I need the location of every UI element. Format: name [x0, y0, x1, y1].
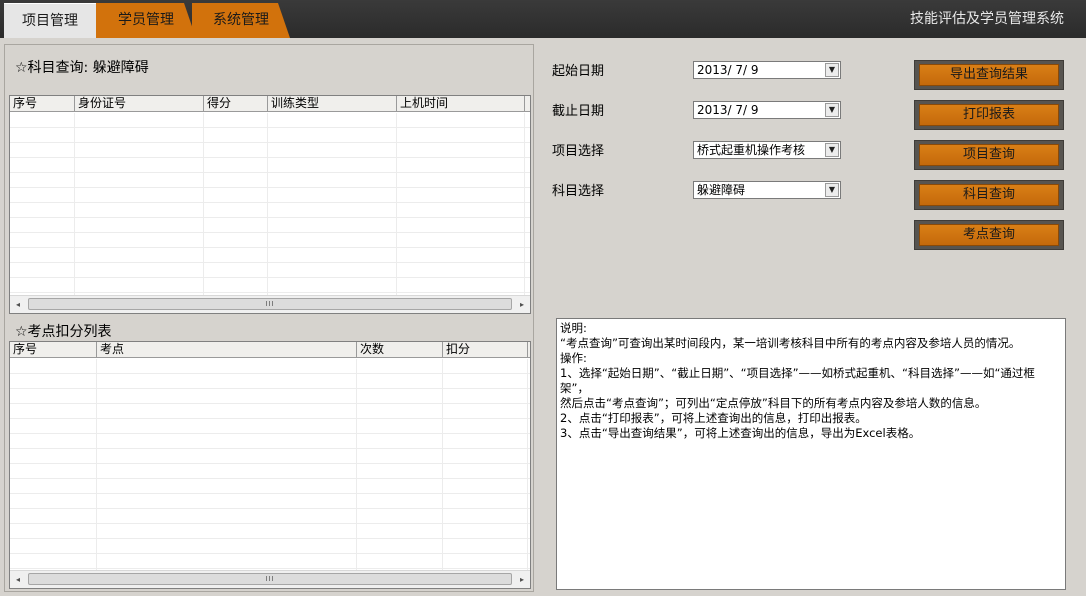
column-header[interactable]: 训练类型: [268, 96, 397, 112]
app-title: 技能评估及学员管理系统: [910, 11, 1064, 27]
exam-point-query-button[interactable]: 考点查询: [914, 220, 1064, 250]
subject-query-label: 科目查询: [919, 184, 1059, 206]
table-body: [10, 113, 530, 295]
start-date-label: 起始日期: [552, 64, 605, 79]
chevron-down-icon[interactable]: ▼: [825, 183, 839, 197]
column-header[interactable]: 序号: [10, 96, 75, 112]
column-header[interactable]: 身份证号: [75, 96, 204, 112]
subject-query-button[interactable]: 科目查询: [914, 180, 1064, 210]
subject-query-title: ☆科目查询: 躲避障碍: [15, 60, 149, 76]
chevron-down-icon[interactable]: ▼: [825, 143, 839, 157]
scroll-left-icon[interactable]: ◂: [10, 571, 26, 588]
subject-select[interactable]: 躲避障碍 ▼: [693, 181, 841, 199]
column-header[interactable]: 得分: [204, 96, 268, 112]
horizontal-scrollbar[interactable]: ◂ III ▸: [10, 295, 530, 313]
start-date-picker[interactable]: 2013/ 7/ 9 ▼: [693, 61, 841, 79]
column-header[interactable]: 上机时间: [397, 96, 525, 112]
print-report-button[interactable]: 打印报表: [914, 100, 1064, 130]
subject-select-value: 躲避障碍: [697, 183, 746, 197]
project-select[interactable]: 桥式起重机操作考核 ▼: [693, 141, 841, 159]
project-select-label: 项目选择: [552, 144, 605, 159]
exam-point-query-label: 考点查询: [919, 224, 1059, 246]
table-header: 序号 考点 次数 扣分: [10, 342, 530, 358]
column-header[interactable]: 次数: [357, 342, 443, 358]
scroll-thumb[interactable]: III: [28, 573, 512, 585]
column-header[interactable]: 考点: [97, 342, 357, 358]
export-results-button[interactable]: 导出查询结果: [914, 60, 1064, 90]
tab-system-management[interactable]: 系统管理: [192, 3, 290, 38]
deduction-table[interactable]: 序号 考点 次数 扣分 ◂ III ▸: [9, 341, 531, 589]
deduction-list-title: ☆考点扣分列表: [15, 324, 112, 340]
subject-select-label: 科目选择: [552, 184, 605, 199]
chevron-down-icon[interactable]: ▼: [825, 103, 839, 117]
column-header[interactable]: 扣分: [443, 342, 528, 358]
scroll-left-icon[interactable]: ◂: [10, 296, 26, 313]
end-date-label: 截止日期: [552, 104, 605, 119]
horizontal-scrollbar[interactable]: ◂ III ▸: [10, 570, 530, 588]
project-query-button[interactable]: 项目查询: [914, 140, 1064, 170]
export-results-label: 导出查询结果: [919, 64, 1059, 86]
scroll-right-icon[interactable]: ▸: [514, 296, 530, 313]
print-report-label: 打印报表: [919, 104, 1059, 126]
end-date-picker[interactable]: 2013/ 7/ 9 ▼: [693, 101, 841, 119]
top-bar: 项目管理 系统管理 学员管理 技能评估及学员管理系统: [0, 0, 1086, 38]
end-date-value: 2013/ 7/ 9: [697, 103, 759, 117]
project-select-value: 桥式起重机操作考核: [697, 143, 806, 157]
subject-results-table[interactable]: 序号 身份证号 得分 训练类型 上机时间 ◂ III ▸: [9, 95, 531, 314]
chevron-down-icon[interactable]: ▼: [825, 63, 839, 77]
start-date-value: 2013/ 7/ 9: [697, 63, 759, 77]
tab-student-management[interactable]: 学员管理: [96, 3, 196, 38]
scroll-right-icon[interactable]: ▸: [514, 571, 530, 588]
results-panel: ☆科目查询: 躲避障碍 序号 身份证号 得分 训练类型 上机时间 ◂ III ▸…: [4, 44, 534, 592]
scroll-thumb[interactable]: III: [28, 298, 512, 310]
table-body: [10, 359, 530, 570]
tab-project-management[interactable]: 项目管理: [4, 3, 96, 38]
instructions-box: 说明: “考点查询”可查询出某时间段内，某一培训考核科目中所有的考点内容及参培人…: [556, 318, 1066, 590]
project-query-label: 项目查询: [919, 144, 1059, 166]
column-header[interactable]: 序号: [10, 342, 97, 358]
table-header: 序号 身份证号 得分 训练类型 上机时间: [10, 96, 530, 112]
